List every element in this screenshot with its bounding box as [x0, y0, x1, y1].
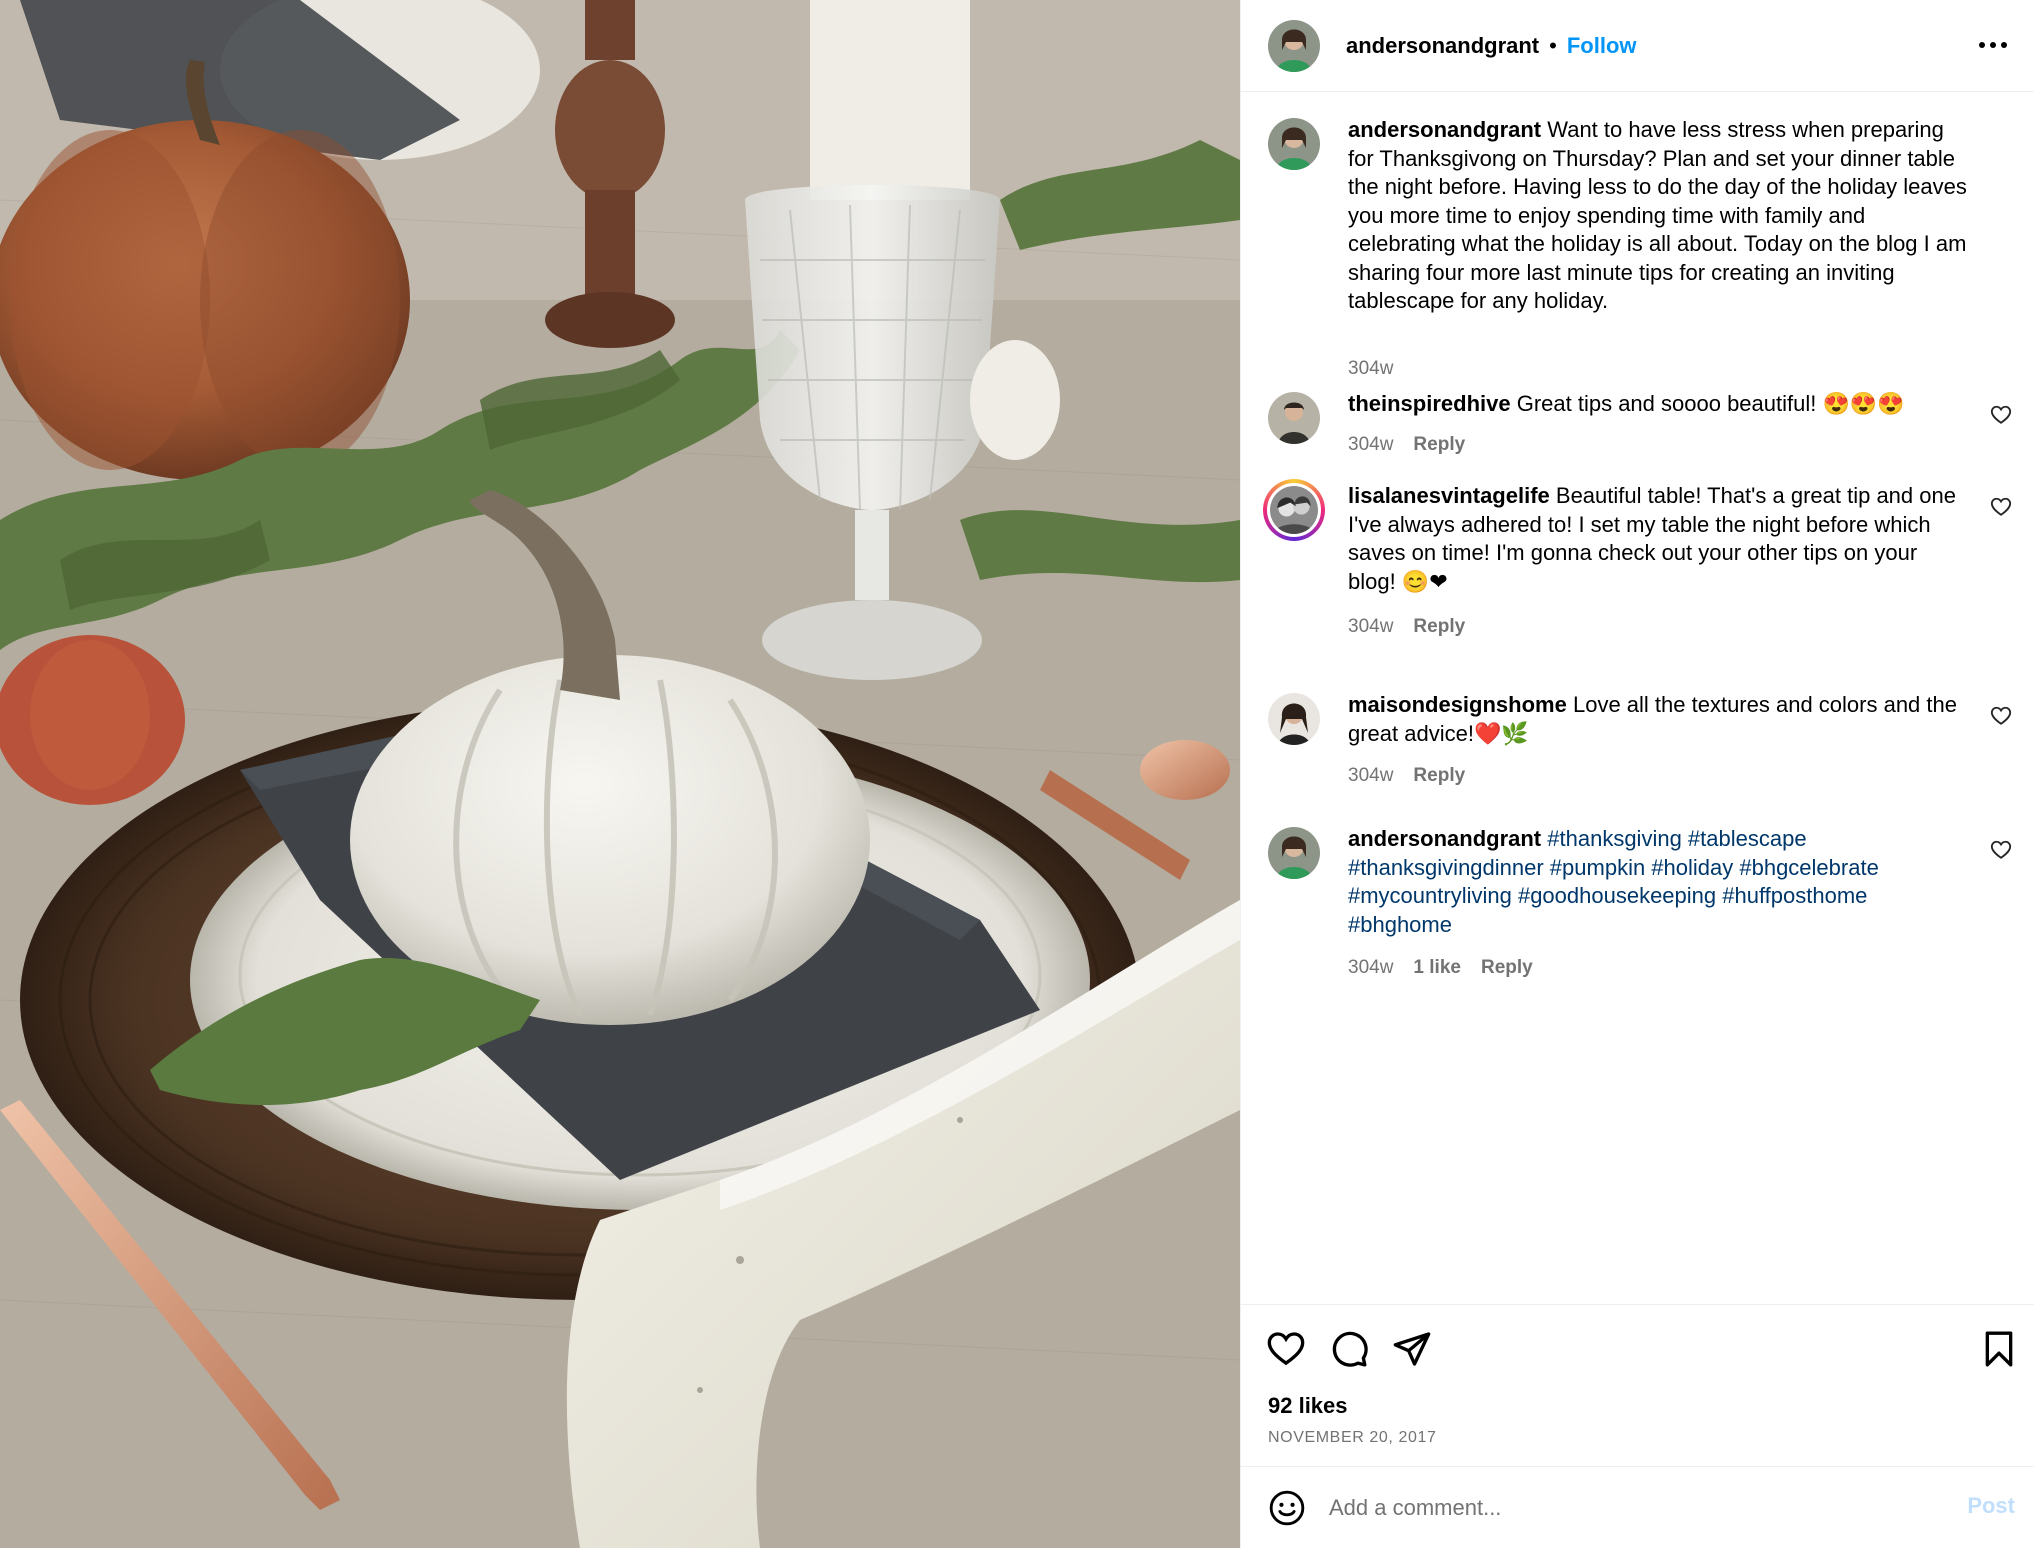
caption-username[interactable]: andersonandgrant: [1348, 117, 1541, 142]
comment-likes[interactable]: 1 like: [1413, 957, 1461, 979]
header-separator: •: [1549, 32, 1557, 58]
reply-button[interactable]: Reply: [1481, 957, 1533, 979]
reply-button[interactable]: Reply: [1413, 616, 1465, 638]
tablescape-photo: [0, 0, 1240, 1548]
add-comment-bar: Post: [1241, 1466, 2034, 1548]
emoji-icon[interactable]: [1268, 1489, 1306, 1527]
comments-list[interactable]: andersonandgrant Want to have less stres…: [1241, 92, 2034, 1304]
comment-time[interactable]: 304w: [1348, 616, 1393, 638]
comment-like-icon[interactable]: [1990, 404, 2012, 426]
post-panel: andersonandgrant • Follow andersonandgra…: [1240, 0, 2034, 1548]
post-image[interactable]: [0, 0, 1240, 1548]
comment-body: maisondesignshome Love all the textures …: [1348, 691, 1968, 748]
comment-time[interactable]: 304w: [1348, 765, 1393, 787]
caption-avatar[interactable]: [1268, 118, 1320, 170]
author-username[interactable]: andersonandgrant: [1346, 33, 1539, 59]
comment-text: Great tips and soooo beautiful! 😍😍😍: [1516, 391, 1905, 416]
comment-body: lisalanesvintagelife Beautiful table! Th…: [1348, 482, 1968, 596]
commenter-avatar-story-ring[interactable]: [1263, 479, 1325, 541]
comment-meta: 304w Reply: [1348, 434, 1465, 456]
comment-meta: 304w Reply: [1348, 616, 1465, 638]
post-comment-button[interactable]: Post: [1967, 1493, 2015, 1519]
comment-icon[interactable]: [1329, 1329, 1369, 1369]
commenter-avatar[interactable]: [1268, 392, 1320, 444]
comment-username[interactable]: lisalanesvintagelife: [1348, 483, 1550, 508]
more-options-icon[interactable]: [1973, 30, 2013, 60]
post-header: andersonandgrant • Follow: [1241, 0, 2034, 92]
comment-body: theinspiredhive Great tips and soooo bea…: [1348, 390, 1968, 419]
post-actions: 92 likes NOVEMBER 20, 2017: [1241, 1304, 2034, 1466]
reply-button[interactable]: Reply: [1413, 434, 1465, 456]
comment-meta: 304w 1 like Reply: [1348, 957, 1533, 979]
comment-like-icon[interactable]: [1990, 839, 2012, 861]
comment-meta: 304w Reply: [1348, 765, 1465, 787]
commenter-avatar[interactable]: [1268, 693, 1320, 745]
comment-time[interactable]: 304w: [1348, 434, 1393, 456]
caption-text: Want to have less stress when preparing …: [1348, 117, 1967, 313]
follow-button[interactable]: Follow: [1567, 33, 1637, 59]
heart-icon[interactable]: [1266, 1329, 1306, 1369]
share-icon[interactable]: [1392, 1329, 1432, 1369]
comment-username[interactable]: andersonandgrant: [1348, 826, 1541, 851]
comment-like-icon[interactable]: [1990, 496, 2012, 518]
comment-body: andersonandgrant #thanksgiving #tablesca…: [1348, 825, 1968, 939]
likes-count[interactable]: 92 likes: [1268, 1393, 1348, 1419]
comment-time[interactable]: 304w: [1348, 957, 1393, 979]
author-avatar[interactable]: [1268, 19, 1320, 72]
comment-username[interactable]: maisondesignshome: [1348, 692, 1567, 717]
caption-body: andersonandgrant Want to have less stres…: [1348, 116, 1968, 316]
comment-like-icon[interactable]: [1990, 705, 2012, 727]
post-date[interactable]: NOVEMBER 20, 2017: [1268, 1429, 1437, 1447]
comment-input[interactable]: [1329, 1487, 1889, 1529]
bookmark-icon[interactable]: [1979, 1329, 2019, 1369]
reply-button[interactable]: Reply: [1413, 765, 1465, 787]
commenter-avatar[interactable]: [1268, 827, 1320, 879]
caption-meta: 304w: [1348, 358, 1393, 380]
caption-time[interactable]: 304w: [1348, 358, 1393, 380]
comment-username[interactable]: theinspiredhive: [1348, 391, 1511, 416]
